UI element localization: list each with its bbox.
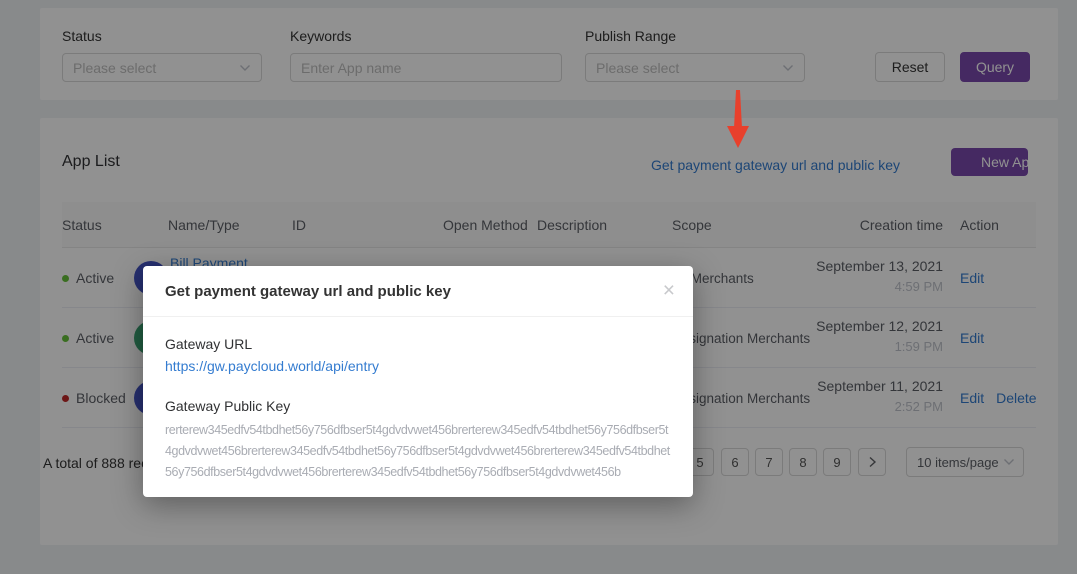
red-arrow-annotation [727,90,749,148]
modal-header: Get payment gateway url and public key × [143,266,693,317]
modal-title: Get payment gateway url and public key [165,283,451,300]
close-icon[interactable]: × [663,278,675,304]
gateway-info-modal: Get payment gateway url and public key ×… [143,266,693,497]
gateway-public-key-value: rerterew345edfv54tbdhet56y756dfbser5t4gd… [165,423,670,479]
page: Status Please select Keywords Publish Ra… [0,0,1077,574]
gateway-public-key-label: Gateway Public Key [165,398,291,414]
gateway-url-label: Gateway URL [165,336,253,352]
gateway-url-link[interactable]: https://gw.paycloud.world/api/entry [165,358,379,374]
